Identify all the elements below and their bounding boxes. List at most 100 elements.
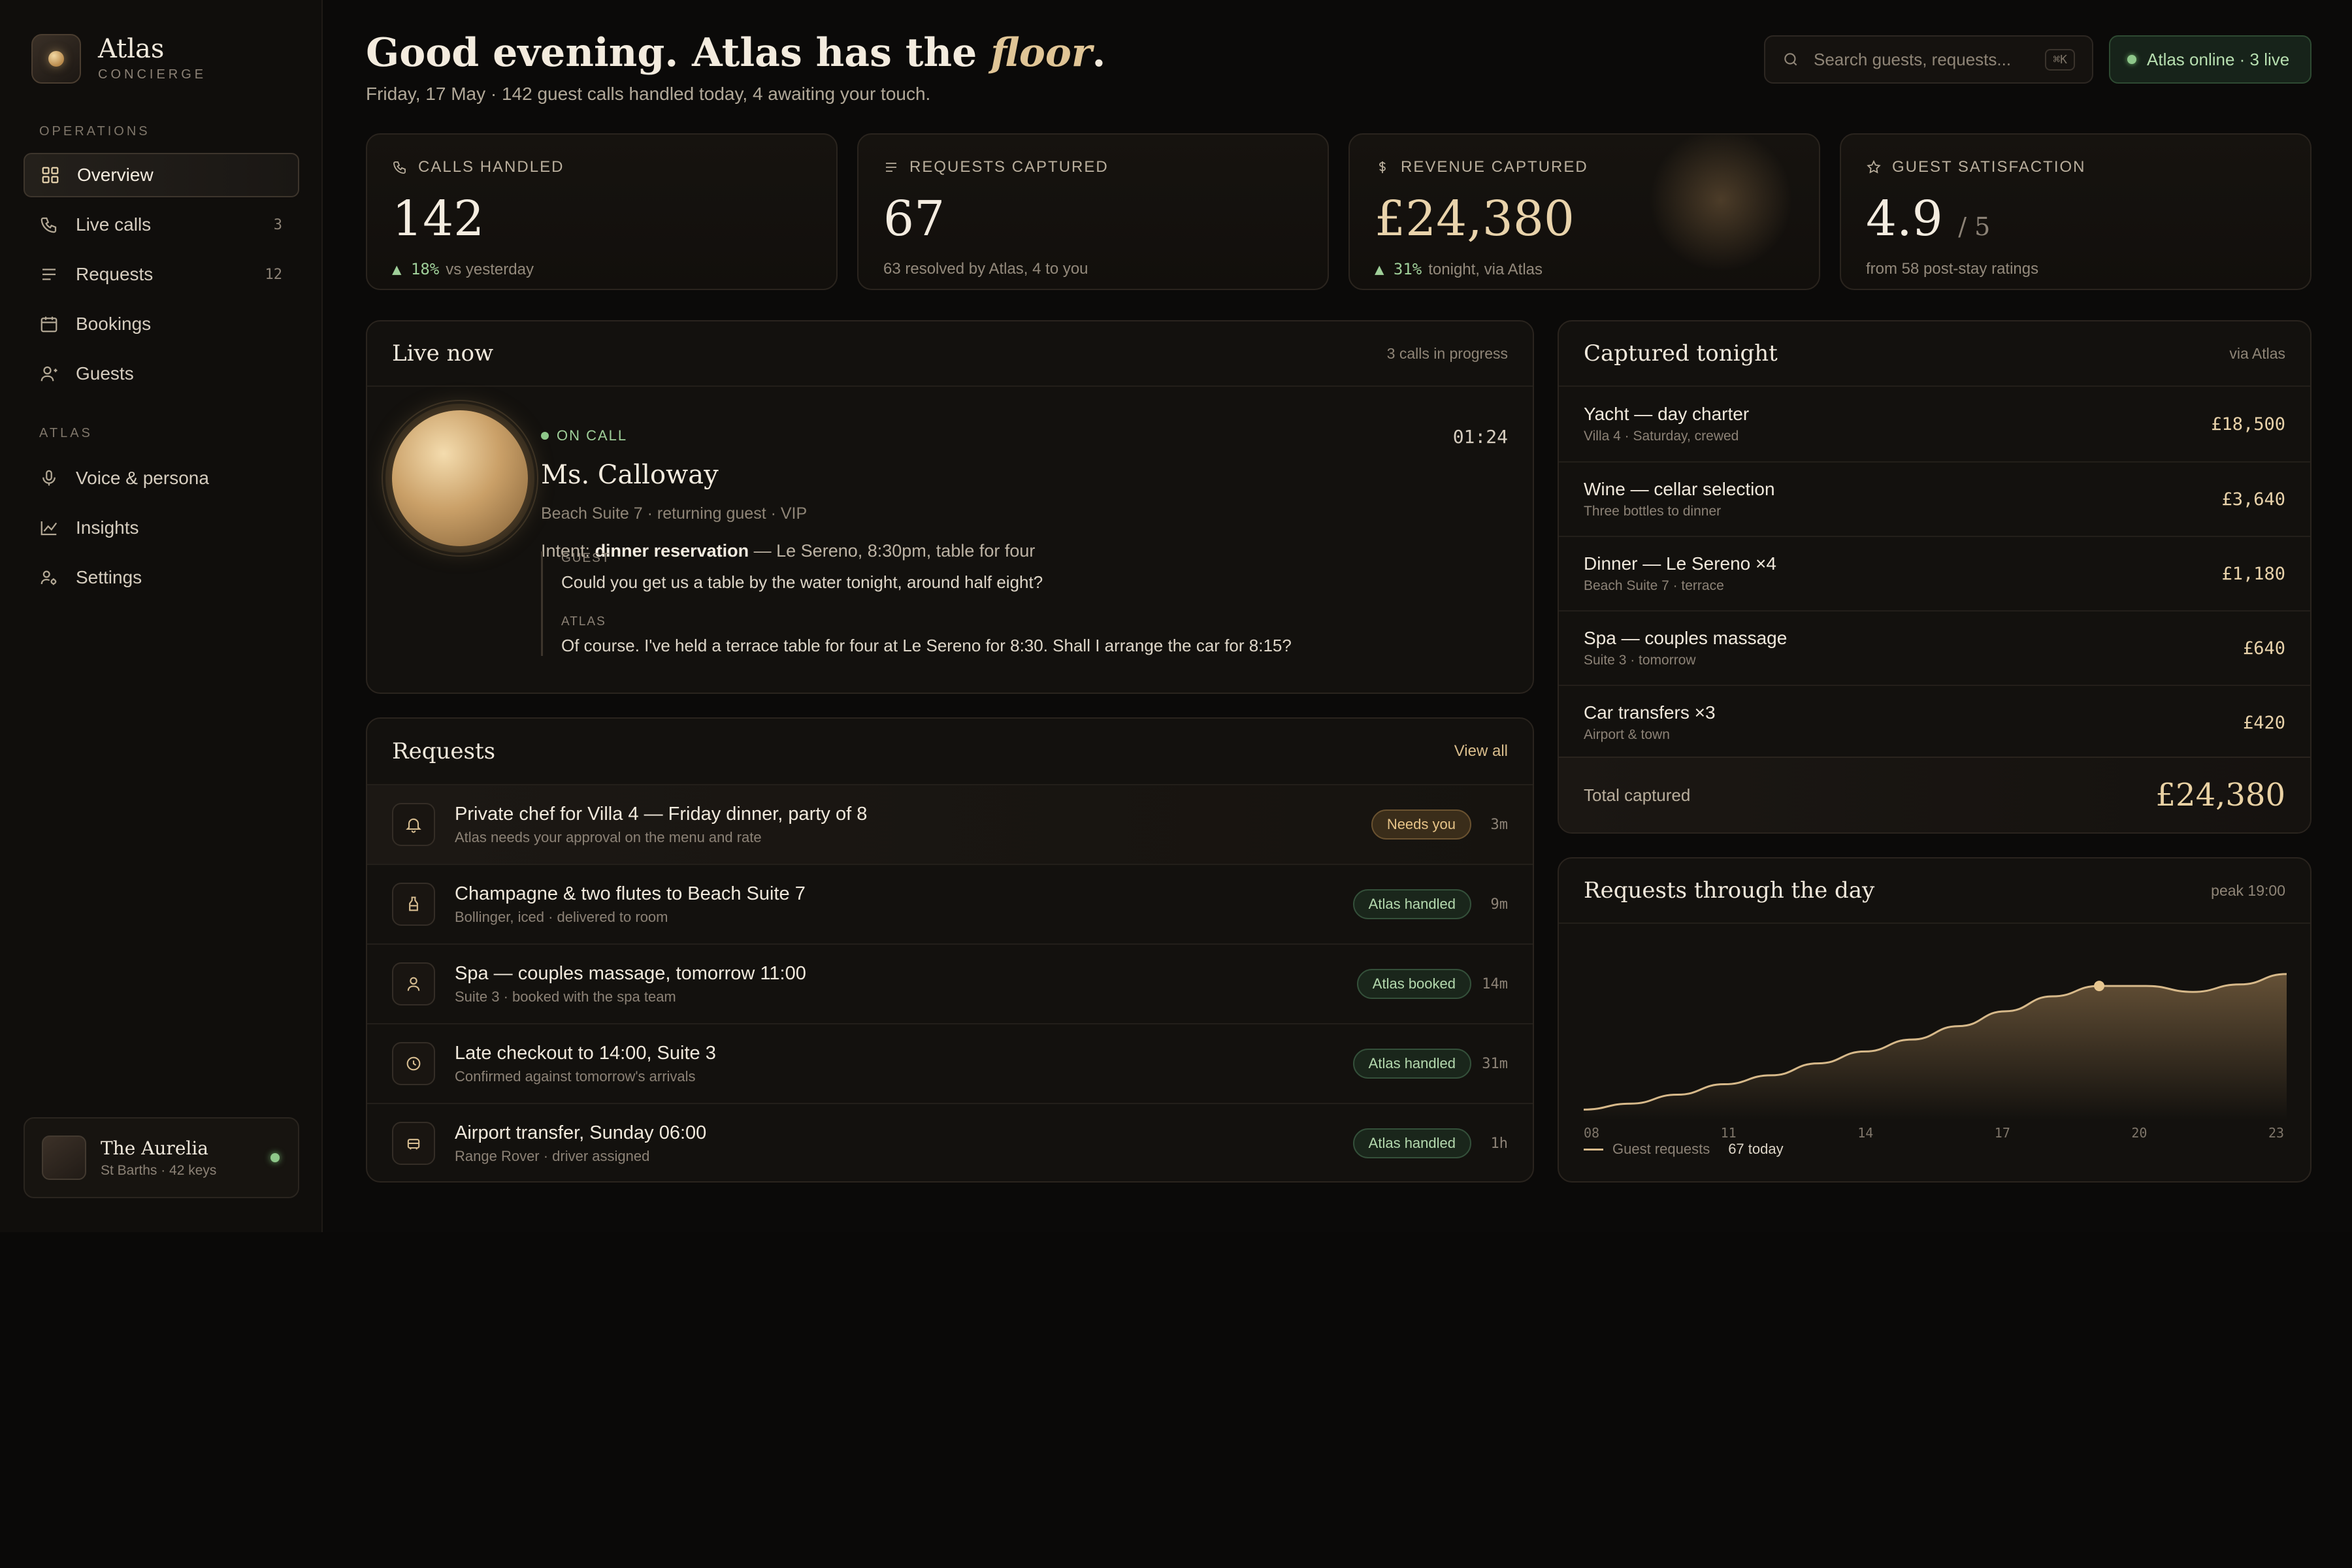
panel-title: Captured tonight [1584, 340, 1778, 367]
call-timer: 01:24 [1452, 426, 1508, 448]
x-tick-label: 08 [1584, 1125, 1600, 1141]
captured-subtitle: Villa 4 · Saturday, crewed [1584, 429, 1739, 444]
calendar-icon [41, 316, 57, 333]
x-tick-label: 11 [1720, 1125, 1737, 1141]
call-status: ON CALL [541, 427, 627, 444]
captured-row[interactable]: Dinner — Le Sereno ×4 Beach Suite 7 · ter… [1559, 536, 2310, 610]
x-tick-label: 17 [1994, 1125, 2010, 1141]
trend-icon [41, 521, 57, 536]
sidebar-item-overview[interactable]: Overview [24, 153, 299, 197]
request-subtitle: Suite 3 · booked with the spa team [455, 988, 676, 1005]
captured-subtitle: Beach Suite 7 · terrace [1584, 578, 1724, 593]
sidebar-item-label: Bookings [76, 314, 152, 334]
sidebar-item-label: Voice & persona [76, 468, 209, 488]
status-badge[interactable]: Atlas booked [1356, 969, 1471, 999]
sidebar-item-guests[interactable]: Guests [24, 351, 299, 396]
panel-title: Live now [392, 340, 494, 367]
panel-title: Requests through the day [1584, 877, 1875, 904]
captured-row[interactable]: Wine — cellar selection Three bottles to … [1559, 461, 2310, 536]
stat-card-satisfaction[interactable]: GUEST SATISFACTION 4.9 / 5 from 58 post-… [1840, 133, 2311, 290]
dollar-icon [1379, 161, 1386, 173]
panel-meta: 3 calls in progress [1386, 344, 1508, 362]
x-tick-label: 20 [2131, 1125, 2148, 1141]
search-placeholder: Search guests, requests... [1814, 49, 2012, 69]
captured-row[interactable]: Spa — couples massage Suite 3 · tomorrow … [1559, 610, 2310, 685]
chart-peak-point[interactable] [2094, 981, 2105, 992]
request-row[interactable]: Champagne & two flutes to Beach Suite 7 … [367, 864, 1533, 943]
captured-row[interactable]: Yacht — day charter Villa 4 · Saturday, c… [1559, 387, 2310, 461]
status-badge[interactable]: Needs you [1371, 809, 1471, 840]
sidebar-item-insights[interactable]: Insights [24, 506, 299, 550]
request-title: Private chef for Villa 4 — Friday dinner… [455, 803, 868, 825]
stat-label: REQUESTS CAPTURED [909, 158, 1109, 176]
request-title: Spa — couples massage, tomorrow 11:00 [455, 962, 806, 984]
requests-panel: Requests View all Private chef for Villa… [366, 717, 1534, 1183]
status-badge[interactable]: Atlas handled [1352, 889, 1471, 919]
requests-chart-panel: Requests through the day peak 19:00 08 11… [1558, 857, 2311, 1183]
search-input[interactable]: Search guests, requests... ⌘K [1764, 35, 2093, 84]
sidebar-item-requests[interactable]: Requests 12 [24, 252, 299, 297]
stat-value: 67 [883, 191, 945, 247]
request-row[interactable]: Airport transfer, Sunday 06:00 Range Rov… [367, 1103, 1533, 1181]
person-icon [392, 962, 435, 1005]
request-title: Late checkout to 14:00, Suite 3 [455, 1042, 716, 1064]
stat-value: 142 [392, 191, 485, 247]
captured-row[interactable]: Car transfers ×3 Airport & town £420 [1559, 685, 2310, 759]
property-name: The Aurelia [101, 1137, 208, 1159]
search-shortcut: ⌘K [2045, 48, 2075, 71]
request-row[interactable]: Private chef for Villa 4 — Friday dinner… [367, 784, 1533, 864]
x-tick-label: 14 [1857, 1125, 1874, 1141]
stat-card-requests[interactable]: REQUESTS CAPTURED 67 63 resolved by Atla… [857, 133, 1329, 290]
status-badge[interactable]: Atlas handled [1352, 1049, 1471, 1079]
status-badge[interactable]: Atlas handled [1352, 1128, 1471, 1158]
star-icon [1867, 159, 1881, 174]
captured-amount: £640 [2242, 638, 2285, 659]
property-status-dot [270, 1153, 280, 1162]
stat-footnote: from 58 post-stay ratings [1866, 260, 2039, 278]
sidebar-item-label: Settings [76, 567, 142, 587]
view-all-link[interactable]: View all [1454, 742, 1508, 760]
request-age: 9m [1490, 896, 1509, 913]
brand-subtitle: CONCIERGE [98, 67, 207, 82]
nav-section-operations: OPERATIONS [39, 124, 150, 139]
x-tick-label: 23 [2268, 1125, 2285, 1141]
brand[interactable]: Atlas CONCIERGE [31, 34, 206, 84]
atlas-message: Of course. I've held a terrace table for… [561, 636, 1292, 655]
sidebar-item-voice-persona[interactable]: Voice & persona [24, 456, 299, 500]
total-amount: £24,380 [2155, 777, 2286, 813]
property-switcher[interactable]: The Aurelia St Barths · 42 keys [24, 1117, 299, 1198]
mic-icon [42, 470, 56, 486]
captured-title: Dinner — Le Sereno ×4 [1584, 553, 1776, 574]
captured-total-row: Total captured £24,380 [1559, 757, 2310, 832]
live-now-panel: Live now 3 calls in progress ON CALL 01:… [366, 320, 1534, 694]
request-subtitle: Bollinger, iced · delivered to room [455, 908, 668, 925]
brand-name: Atlas [98, 33, 165, 64]
caller-name[interactable]: Ms. Calloway [541, 460, 719, 490]
atlas-status-badge[interactable]: Atlas online · 3 live [2109, 35, 2311, 84]
online-dot [2127, 55, 2136, 64]
greeting-emphasis: floor [990, 30, 1092, 76]
bell-icon [392, 803, 435, 846]
stat-label: CALLS HANDLED [418, 158, 564, 176]
request-age: 31m [1482, 1055, 1508, 1072]
request-age: 14m [1482, 975, 1508, 992]
chart-area-fill [1584, 973, 2287, 1120]
sidebar-item-bookings[interactable]: Bookings [24, 302, 299, 346]
captured-tonight-panel: Captured tonight via Atlas Yacht — day c… [1558, 320, 2311, 834]
stat-card-calls[interactable]: CALLS HANDLED 142 ▲ 18% vs yesterday [366, 133, 838, 290]
captured-amount: £3,640 [2221, 489, 2285, 510]
stat-card-revenue[interactable]: REVENUE CAPTURED £24,380 ▲ 31% tonight, v… [1348, 133, 1820, 290]
chart-peak-label: peak 19:00 [2211, 881, 2285, 899]
bottle-icon [392, 883, 435, 926]
request-row[interactable]: Spa — couples massage, tomorrow 11:00 Su… [367, 943, 1533, 1023]
sidebar-item-live-calls[interactable]: Live calls 3 [24, 203, 299, 247]
captured-title: Car transfers ×3 [1584, 702, 1716, 723]
sidebar-item-settings[interactable]: Settings [24, 555, 299, 600]
sidebar-item-label: Requests [76, 264, 154, 284]
stat-footnote: tonight, via Atlas [1428, 261, 1543, 278]
stat-value-unit: / 5 [1958, 212, 1991, 241]
captured-amount: £420 [2242, 712, 2285, 733]
requests-area-chart[interactable] [1584, 943, 2287, 1120]
request-row[interactable]: Late checkout to 14:00, Suite 3 Confirme… [367, 1023, 1533, 1103]
page-background [0, 1232, 2352, 1568]
